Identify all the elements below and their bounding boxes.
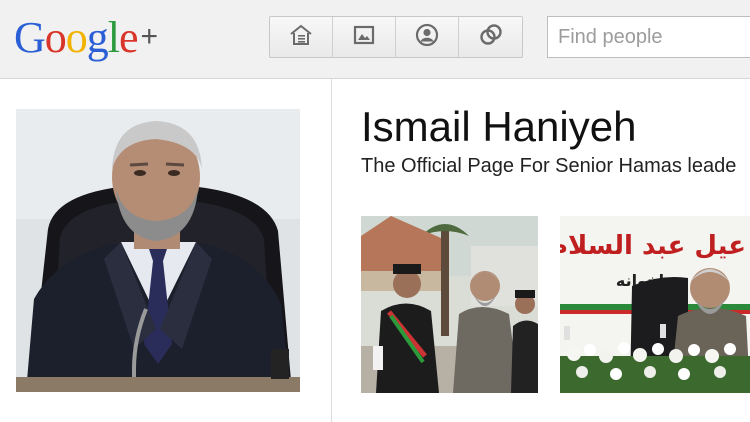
- nav-photos-button[interactable]: [333, 17, 396, 57]
- logo-letter-e: e: [119, 13, 139, 62]
- main-nav: [269, 16, 523, 58]
- logo-letter-g2: g: [86, 13, 109, 62]
- logo-plus: +: [140, 20, 159, 53]
- google-plus-logo[interactable]: Google +: [14, 9, 159, 65]
- banner-arabic-text: عيل عبد السلام: [560, 231, 746, 261]
- profile-icon: [413, 21, 441, 54]
- profile-photo[interactable]: [16, 109, 300, 392]
- logo-letter-l: l: [107, 13, 120, 62]
- circles-icon: [477, 21, 505, 54]
- nav-home-button[interactable]: [270, 17, 333, 57]
- logo-letter-g: G: [14, 13, 46, 62]
- logo-letter-o1: o: [44, 13, 67, 62]
- nav-profile-button[interactable]: [396, 17, 459, 57]
- photos-icon: [350, 21, 378, 54]
- home-icon: [287, 21, 315, 54]
- column-divider: [331, 79, 332, 422]
- find-people-search-input[interactable]: [547, 16, 750, 58]
- photo-thumbnail-2[interactable]: عيل عبد السلام اخوانه: [560, 216, 750, 393]
- profile-tagline: The Official Page For Senior Hamas leade: [361, 155, 737, 177]
- profile-name: Ismail Haniyeh: [361, 103, 637, 150]
- top-bar: Google +: [0, 0, 750, 79]
- logo-letter-o2: o: [65, 13, 88, 62]
- photo-thumbnail-1[interactable]: [361, 216, 538, 393]
- nav-circles-button[interactable]: [459, 17, 522, 57]
